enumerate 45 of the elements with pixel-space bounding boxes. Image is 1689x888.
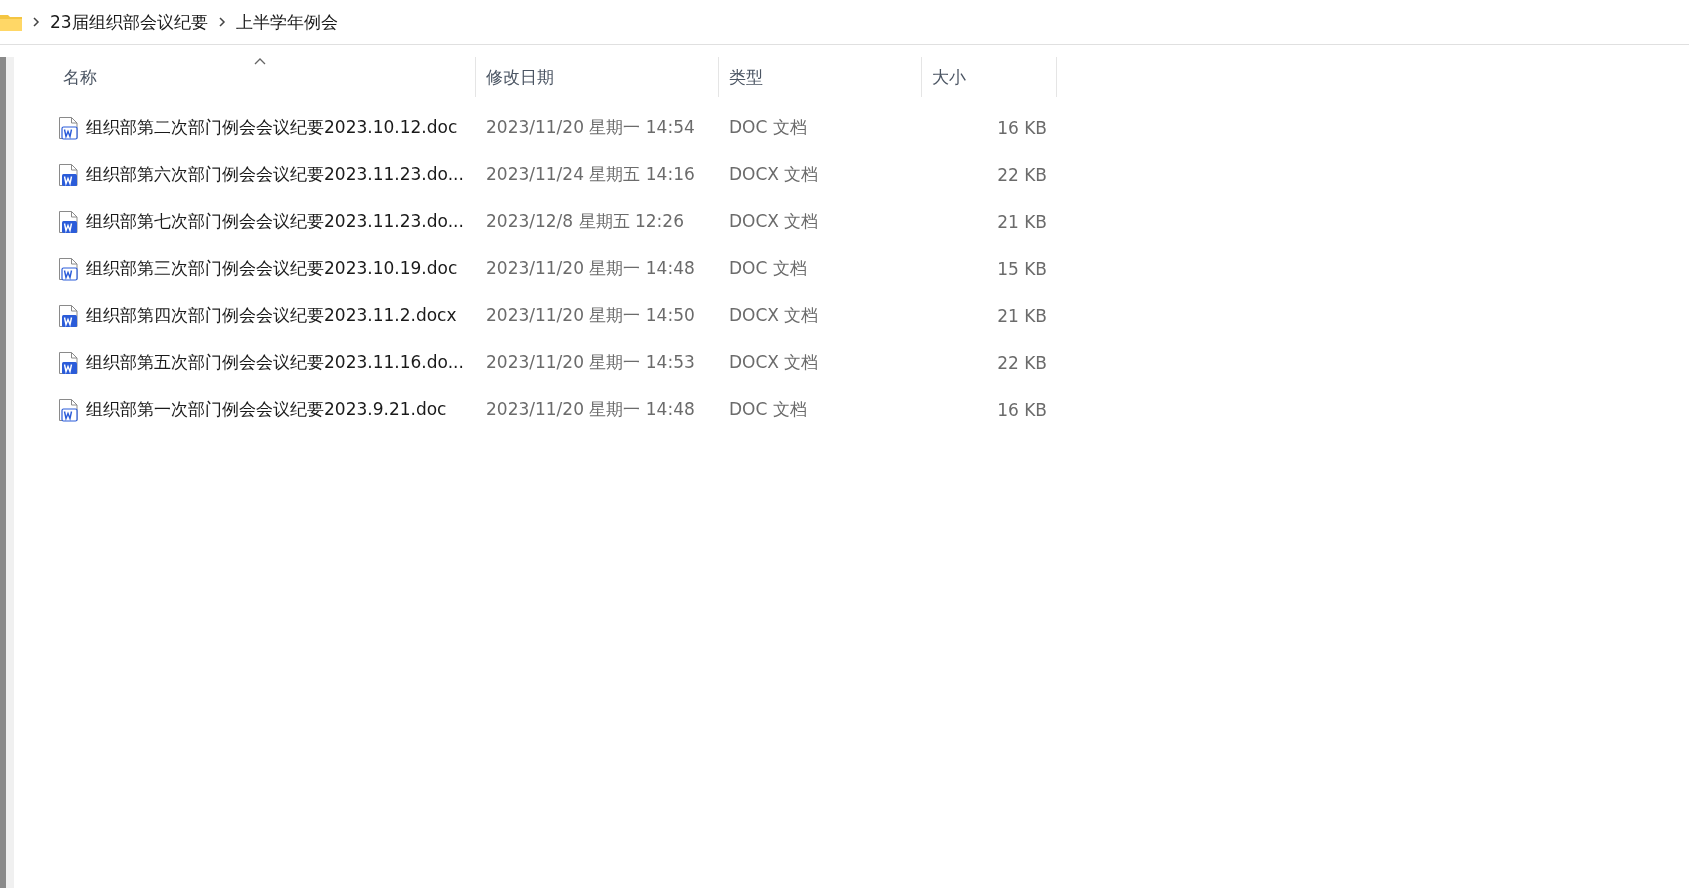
column-header[interactable]: 修改日期 (476, 57, 719, 97)
file-size: 21 KB (997, 305, 1047, 326)
file-size: 16 KB (997, 117, 1047, 138)
file-name[interactable]: 组织部第四次部门例会会议纪要2023.11.2.docx (86, 304, 457, 327)
chevron-right-icon (32, 16, 40, 28)
file-type: DOC 文档 (729, 116, 807, 139)
file-name[interactable]: 组织部第三次部门例会会议纪要2023.10.19.doc (86, 257, 458, 280)
file-type: DOC 文档 (729, 398, 807, 421)
file-type: DOCX 文档 (729, 304, 819, 327)
file-type: DOCX 文档 (729, 210, 819, 233)
chevron-right-icon (217, 16, 226, 28)
sort-ascending-icon (254, 58, 266, 65)
modified-date: 2023/11/24 星期五 14:16 (486, 163, 695, 186)
breadcrumb-item[interactable]: 23届组织部会议纪要 (50, 10, 208, 34)
file-type: DOC 文档 (729, 257, 807, 280)
file-size: 21 KB (997, 211, 1047, 232)
modified-date: 2023/11/20 星期一 14:54 (486, 116, 695, 139)
modified-date: 2023/11/20 星期一 14:48 (486, 398, 695, 421)
column-header[interactable]: 名称 (48, 57, 476, 97)
word-document-icon (58, 397, 79, 422)
file-name[interactable]: 组织部第一次部门例会会议纪要2023.9.21.doc (86, 398, 447, 421)
file-name[interactable]: 组织部第二次部门例会会议纪要2023.10.12.doc (86, 116, 458, 139)
modified-date: 2023/11/20 星期一 14:50 (486, 304, 695, 327)
file-size: 16 KB (997, 399, 1047, 420)
word-document-icon (58, 115, 79, 140)
word-document-icon (58, 303, 79, 328)
breadcrumb-item[interactable]: 上半学年例会 (235, 10, 338, 34)
word-document-icon (58, 162, 79, 187)
modified-date: 2023/12/8 星期五 12:26 (486, 210, 684, 233)
file-size: 22 KB (997, 352, 1047, 373)
word-document-icon (58, 350, 79, 375)
word-document-icon (58, 256, 79, 281)
column-header[interactable]: 大小 (922, 57, 1057, 97)
file-type: DOCX 文档 (729, 351, 819, 374)
column-header[interactable]: 类型 (719, 57, 922, 97)
file-name[interactable]: 组织部第七次部门例会会议纪要2023.11.23.do... (86, 210, 464, 233)
file-name[interactable]: 组织部第五次部门例会会议纪要2023.11.16.do... (86, 351, 464, 374)
word-document-icon (58, 209, 79, 234)
file-size: 15 KB (997, 258, 1047, 279)
modified-date: 2023/11/20 星期一 14:53 (486, 351, 695, 374)
file-name[interactable]: 组织部第六次部门例会会议纪要2023.11.23.do... (86, 163, 464, 186)
modified-date: 2023/11/20 星期一 14:48 (486, 257, 695, 280)
file-size: 22 KB (997, 164, 1047, 185)
file-type: DOCX 文档 (729, 163, 819, 186)
folder-icon (0, 13, 22, 31)
